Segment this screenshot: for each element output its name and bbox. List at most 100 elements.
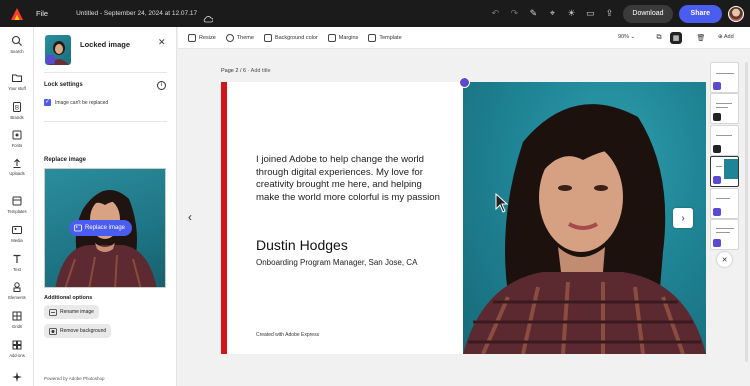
page-thumbnail[interactable] (710, 219, 739, 250)
next-page-icon[interactable]: › (673, 208, 693, 228)
red-accent-bar (221, 82, 227, 354)
rail-item-more[interactable] (0, 371, 34, 383)
person-name[interactable]: Dustin Hodges (256, 237, 348, 253)
page-thumbnail[interactable] (710, 62, 739, 93)
replace-image-label: Replace image (85, 225, 126, 231)
pen-icon[interactable]: ✎ (527, 8, 539, 20)
left-rail: Search Your stuff B Brands Fonts Uploads… (0, 27, 34, 386)
page-thumbnail-active[interactable] (710, 156, 739, 187)
info-icon[interactable]: i (157, 81, 166, 90)
rail-item-brands[interactable]: B Brands (0, 101, 34, 120)
page-badge-icon (713, 208, 721, 216)
panel-title: Locked image (80, 40, 131, 49)
share-button[interactable]: Share (678, 4, 722, 23)
rail-item-uploads[interactable]: Uploads (0, 157, 34, 176)
location-icon[interactable]: ⌖ (546, 8, 558, 20)
undo-icon[interactable]: ↶ (489, 8, 501, 20)
page-badge-icon (713, 145, 721, 153)
top-bar: File Untitled - September 24, 2024 at 12… (0, 0, 750, 27)
svg-text:B: B (15, 106, 19, 112)
replace-image-title: Replace image (44, 157, 87, 163)
page-badge-icon (713, 82, 721, 90)
theme-button[interactable]: Theme (225, 33, 254, 42)
margins-button[interactable]: Margins (327, 33, 358, 42)
resize-icon (188, 33, 196, 42)
mouse-cursor-icon (495, 193, 509, 213)
created-with-text: Created with Adobe Express (256, 332, 320, 338)
rail-item-text[interactable]: Text (0, 253, 34, 272)
brand-icon: B (13, 102, 21, 112)
design-page[interactable]: I joined Adobe to help change the world … (221, 82, 706, 354)
rail-item-search[interactable]: Search (0, 35, 34, 54)
portrait-image (463, 104, 706, 354)
replace-image-preview[interactable]: Replace image (44, 168, 166, 288)
background-color-button[interactable]: Background color (263, 33, 318, 42)
rename-image-label: Rename image (60, 309, 94, 315)
page-badge-icon (713, 176, 721, 184)
additional-options-title: Additional options (44, 295, 93, 301)
media-icon (12, 226, 22, 234)
background-color-icon (263, 33, 272, 42)
page-thumbnail[interactable] (710, 125, 739, 156)
avatar[interactable] (728, 5, 744, 22)
cloud-icon (203, 10, 214, 22)
rail-item-grids[interactable]: Grids (0, 310, 34, 329)
rail-item-elements[interactable]: Elements (0, 281, 34, 300)
powered-by-text: Powered by Adobe Photoshop (44, 376, 105, 381)
divider (44, 72, 167, 73)
search-icon (11, 35, 22, 46)
rail-item-fonts[interactable]: Fonts (0, 129, 34, 148)
resize-button[interactable]: Resize (188, 33, 216, 42)
redo-icon[interactable]: ↷ (508, 8, 520, 20)
pages-icon[interactable]: ⧉ (653, 32, 665, 44)
lock-status-icon[interactable] (459, 77, 470, 88)
quote-text[interactable]: I joined Adobe to help change the world … (256, 154, 441, 204)
replace-image-button[interactable]: Replace image (69, 220, 133, 236)
portrait-photo[interactable] (463, 82, 706, 354)
file-menu[interactable]: File (36, 9, 48, 18)
templates-icon (12, 196, 22, 206)
grids-icon (12, 311, 22, 321)
canvas-toolbar: Resize Theme Background color Margins Te… (178, 27, 750, 49)
adobe-express-logo-icon[interactable] (10, 7, 24, 21)
locked-image-thumbnail (45, 35, 71, 65)
page-label: Page 2 / 6 · Add title (221, 68, 271, 74)
divider (44, 121, 167, 122)
grid-view-icon[interactable]: ▦ (670, 32, 682, 44)
font-icon (12, 130, 22, 140)
add-title-link[interactable]: Add title (251, 68, 271, 74)
add-page-button[interactable]: ⊕ Add (718, 34, 734, 40)
rail-item-templates[interactable]: Templates (0, 195, 34, 214)
rail-item-addons[interactable]: Add-ons (0, 339, 34, 358)
page-thumbnail[interactable] (710, 93, 739, 124)
lightbulb-icon[interactable]: ☀ (565, 8, 577, 20)
theme-icon (225, 33, 234, 42)
page-badge-icon (713, 113, 721, 121)
trash-icon[interactable]: 🗑 (695, 32, 707, 44)
zoom-dropdown[interactable]: 90% ⌄ (618, 34, 635, 40)
document-title[interactable]: Untitled - September 24, 2024 at 12.07.1… (76, 10, 197, 17)
lock-badge-icon (46, 55, 55, 64)
rail-item-your-stuff[interactable]: Your stuff (0, 72, 34, 91)
close-icon[interactable]: ✕ (158, 37, 166, 48)
lock-checkbox[interactable]: ✓ (44, 99, 51, 106)
comment-icon[interactable]: ▭ (584, 8, 596, 20)
page-thumbnail[interactable] (710, 188, 739, 219)
remove-background-label: Remove background (60, 328, 107, 334)
previous-page-icon[interactable]: ‹ (188, 210, 192, 224)
margins-icon (327, 33, 336, 42)
rail-item-media[interactable]: Media (0, 224, 34, 243)
sparkle-icon (12, 372, 22, 382)
template-button[interactable]: Template (368, 33, 402, 42)
image-icon (74, 224, 82, 232)
upload-icon (13, 158, 21, 168)
remove-background-button[interactable]: Remove background (44, 324, 112, 338)
download-button[interactable]: Download (623, 4, 673, 23)
rename-image-button[interactable]: Rename image (44, 305, 99, 319)
template-icon (368, 33, 377, 42)
scrollbar[interactable] (745, 62, 748, 362)
close-thumbnails-icon[interactable]: ✕ (717, 252, 732, 267)
person-role[interactable]: Onboarding Program Manager, San Jose, CA (256, 258, 417, 267)
share-link-icon[interactable]: ⇪ (603, 8, 615, 20)
remove-background-icon (49, 327, 57, 335)
